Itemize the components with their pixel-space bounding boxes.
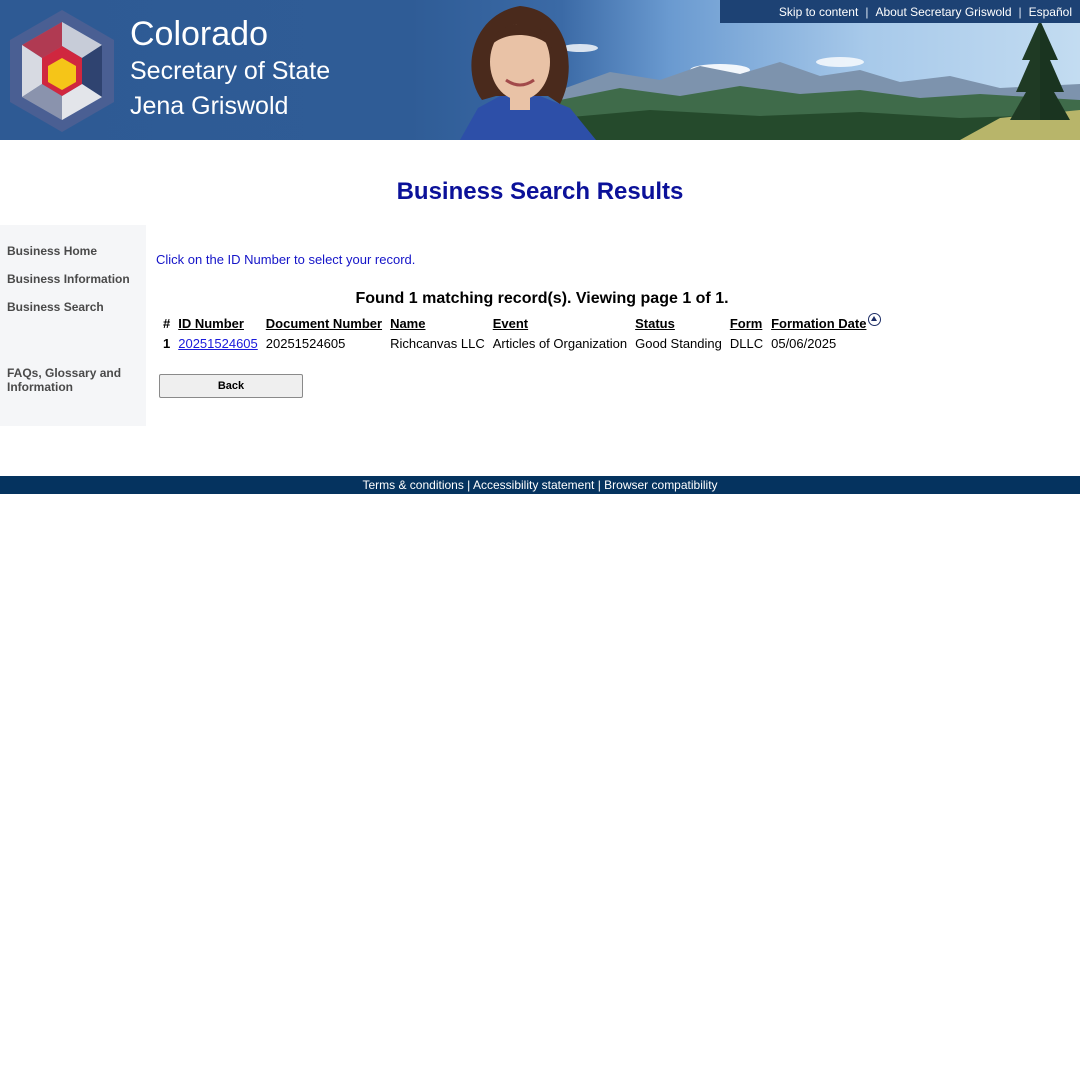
cell-form: DLLC bbox=[729, 336, 764, 351]
separator: | bbox=[1018, 4, 1022, 19]
results-summary: Found 1 matching record(s). Viewing page… bbox=[355, 290, 729, 307]
colorado-logo-icon bbox=[10, 10, 114, 132]
site-title: Colorado Secretary of State Jena Griswol… bbox=[130, 14, 330, 124]
sort-by-formation-date-link[interactable]: Formation Date bbox=[771, 316, 866, 331]
sort-by-document-number-link[interactable]: Document Number bbox=[266, 316, 382, 331]
column-header-name: Name bbox=[386, 311, 489, 333]
sidebar: Business Home Business Information Busin… bbox=[0, 225, 146, 426]
cell-event: Articles of Organization bbox=[492, 336, 628, 351]
sidebar-item-faqs[interactable]: FAQs, Glossary and Information bbox=[7, 366, 137, 394]
separator: | bbox=[865, 4, 869, 19]
sort-by-id-number-link[interactable]: ID Number bbox=[178, 316, 244, 331]
utility-nav: Skip to content | About Secretary Griswo… bbox=[720, 0, 1080, 23]
separator: | bbox=[467, 478, 471, 492]
skip-to-content-link[interactable]: Skip to content bbox=[779, 5, 858, 19]
cell-row-number: 1 bbox=[163, 336, 171, 351]
page-title: Business Search Results bbox=[396, 178, 684, 205]
title-official-name: Jena Griswold bbox=[130, 92, 289, 120]
cell-status: Good Standing bbox=[635, 336, 722, 351]
column-header-event: Event bbox=[489, 311, 631, 333]
results-table: # ID Number Document Number Name Event S… bbox=[159, 311, 885, 354]
browser-compatibility-link[interactable]: Browser compatibility bbox=[604, 478, 717, 492]
terms-conditions-link[interactable]: Terms & conditions bbox=[362, 478, 463, 492]
table-row: 1 20251524605 20251524605 Richcanvas LLC… bbox=[159, 333, 885, 354]
cell-document-number: 20251524605 bbox=[265, 336, 346, 351]
sort-by-event-link[interactable]: Event bbox=[493, 316, 528, 331]
column-header-document-number: Document Number bbox=[262, 311, 386, 333]
column-header-id-number: ID Number bbox=[174, 311, 262, 333]
column-header-form: Form bbox=[726, 311, 767, 333]
cell-id-number: 20251524605 bbox=[174, 333, 262, 354]
sort-by-name-link[interactable]: Name bbox=[390, 316, 425, 331]
sidebar-item-business-home[interactable]: Business Home bbox=[7, 244, 97, 258]
id-number-link[interactable]: 20251524605 bbox=[178, 336, 258, 351]
back-button[interactable]: Back bbox=[159, 374, 303, 398]
column-header-number: # bbox=[163, 316, 171, 331]
title-secretary-of-state: Secretary of State bbox=[130, 57, 331, 85]
cell-name: Richcanvas LLC bbox=[390, 336, 485, 351]
sort-by-status-link[interactable]: Status bbox=[635, 316, 675, 331]
about-secretary-link[interactable]: About Secretary Griswold bbox=[875, 5, 1011, 19]
column-header-formation-date: Formation Date bbox=[767, 311, 885, 333]
sidebar-item-business-information[interactable]: Business Information bbox=[7, 272, 130, 286]
site-header-banner: Colorado Secretary of State Jena Griswol… bbox=[0, 0, 1080, 140]
secretary-portrait-image bbox=[460, 6, 596, 140]
column-header-status: Status bbox=[631, 311, 726, 333]
espanol-link[interactable]: Español bbox=[1029, 5, 1072, 19]
separator: | bbox=[597, 478, 601, 492]
site-footer: Terms & conditions | Accessibility state… bbox=[0, 476, 1080, 494]
table-header-row: # ID Number Document Number Name Event S… bbox=[159, 311, 885, 333]
accessibility-statement-link[interactable]: Accessibility statement bbox=[473, 478, 594, 492]
instruction-text: Click on the ID Number to select your re… bbox=[156, 252, 416, 267]
cell-formation-date: 05/06/2025 bbox=[771, 336, 837, 351]
sort-ascending-icon[interactable] bbox=[868, 313, 882, 326]
sort-by-form-link[interactable]: Form bbox=[730, 316, 763, 331]
sidebar-item-business-search[interactable]: Business Search bbox=[7, 300, 104, 314]
title-colorado: Colorado bbox=[130, 15, 268, 53]
